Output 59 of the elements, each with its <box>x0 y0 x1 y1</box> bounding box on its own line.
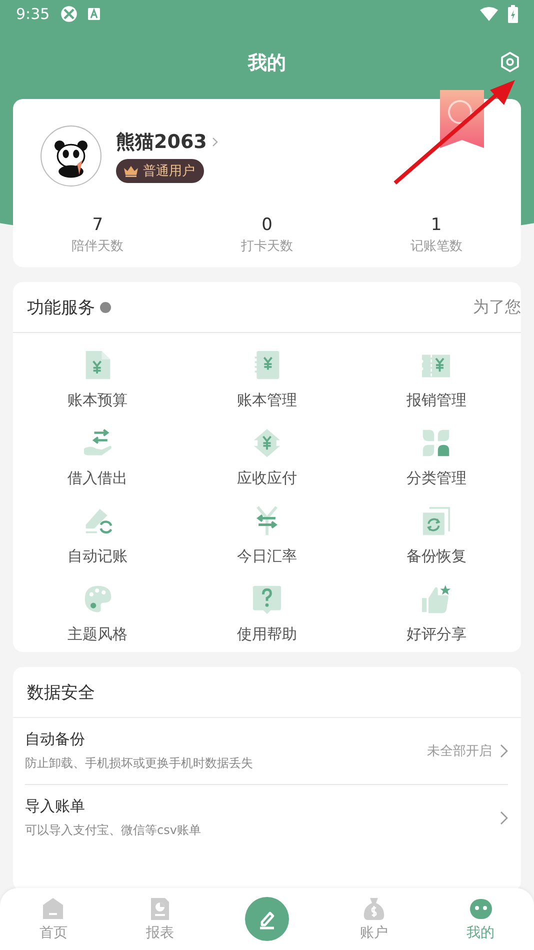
status-dot <box>100 302 111 312</box>
service-label: 分类管理 <box>406 469 466 488</box>
chevron-icon <box>500 744 508 758</box>
stat-value: 7 <box>92 215 104 235</box>
nav-tab[interactable]: 账户 <box>320 896 428 942</box>
edit-button[interactable] <box>244 897 289 941</box>
chevron-icon <box>500 811 508 825</box>
nav-tab[interactable]: 我的 <box>427 896 534 942</box>
stat-label: 打卡天数 <box>240 238 293 255</box>
settings-row[interactable]: 自动备份 防止卸载、手机损坏或更换手机时数据丢失 未全部开启 <box>25 718 508 784</box>
settings-icon[interactable] <box>499 51 521 73</box>
panda-avatar[interactable] <box>40 125 102 187</box>
service-label: 今日汇率 <box>236 547 297 566</box>
section-title: 数据安全 <box>27 682 95 704</box>
row-title: 自动备份 <box>25 730 86 749</box>
battery-icon <box>508 5 518 23</box>
wifi-icon <box>480 7 498 21</box>
service-label: 账本管理 <box>236 391 297 410</box>
row-subtitle: 可以导入支付宝、微信等csv账单 <box>25 822 202 839</box>
home-icon <box>41 896 66 920</box>
row-subtitle: 防止卸载、手机损坏或更换手机时数据丢失 <box>25 755 254 772</box>
section-title: 功能服务 <box>27 296 95 318</box>
nav-tab[interactable]: 报表 <box>106 896 214 942</box>
check-in-ribbon-icon[interactable] <box>438 90 486 148</box>
keyboard-icon <box>88 8 100 20</box>
app-icon <box>60 5 78 23</box>
nav-tab[interactable]: 首页 <box>0 896 107 942</box>
chevron-icon <box>212 137 218 147</box>
money-bag-icon <box>362 896 386 920</box>
palette-icon[interactable] <box>82 584 113 614</box>
service-label: 主题风格 <box>68 625 128 644</box>
scrolling-notice: 为了您 <box>473 296 521 318</box>
stat-label: 记账笔数 <box>410 238 462 255</box>
crown-icon <box>123 165 139 177</box>
service-label: 备份恢复 <box>406 547 466 566</box>
copy-refresh-icon[interactable] <box>421 506 452 536</box>
stat-value: 0 <box>262 215 272 235</box>
profile-icon <box>468 896 493 920</box>
user-name[interactable]: 熊猫2063 <box>116 129 207 155</box>
service-label: 借入借出 <box>68 469 128 488</box>
thumbs-up-star-icon[interactable] <box>421 584 452 614</box>
service-label: 账本预算 <box>68 391 128 410</box>
member-badge: 普通用户 <box>116 159 204 183</box>
hand-arrows-icon[interactable] <box>82 428 113 458</box>
settings-row[interactable]: 导入账单 可以导入支付宝、微信等csv账单 <box>25 784 508 851</box>
stat-label: 陪伴天数 <box>72 238 124 255</box>
service-label: 好评分享 <box>406 625 466 644</box>
four-leaf-grid-icon[interactable] <box>421 428 452 458</box>
service-label: 报销管理 <box>406 391 466 410</box>
service-label: 使用帮助 <box>236 625 297 644</box>
status-time: 9:35 <box>16 5 50 23</box>
page-title: 我的 <box>248 51 286 76</box>
service-label: 应收应付 <box>236 469 297 488</box>
service-label: 自动记账 <box>68 547 128 566</box>
stat-value: 1 <box>430 215 442 235</box>
diamond-yen-icon[interactable] <box>252 428 282 458</box>
help-icon[interactable] <box>252 584 282 614</box>
row-value: 未全部开启 <box>427 743 492 760</box>
row-title: 导入账单 <box>25 797 86 816</box>
